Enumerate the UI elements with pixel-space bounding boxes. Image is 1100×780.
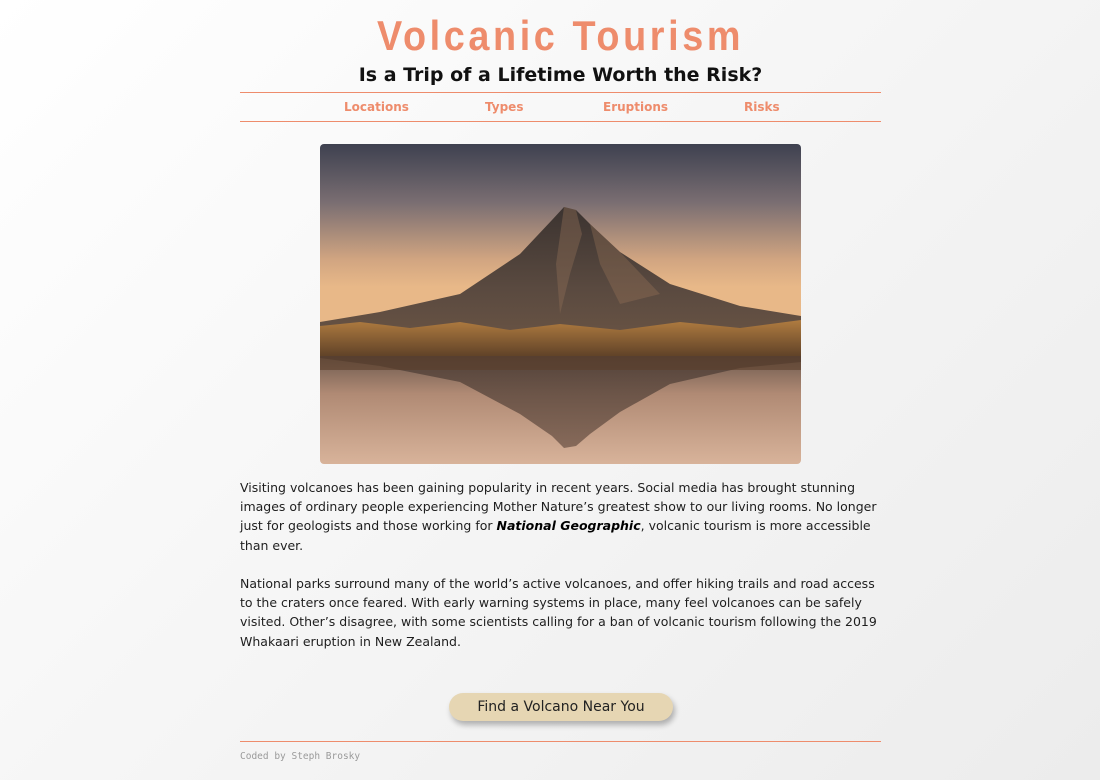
footer-credit: Coded by Steph Brosky: [240, 751, 361, 762]
hero-volcano-image: [320, 144, 801, 464]
parks-paragraph: National parks surround many of the worl…: [240, 576, 877, 649]
page-title: Volcanic Tourism: [376, 12, 745, 59]
intro-paragraph: Visiting volcanoes has been gaining popu…: [240, 478, 881, 555]
nav-link-eruptions[interactable]: Eruptions: [603, 100, 668, 114]
nav-link-locations[interactable]: Locations: [344, 100, 409, 114]
find-volcano-button[interactable]: Find a Volcano Near You: [449, 693, 673, 721]
main-nav: Locations Types Eruptions Risks: [240, 92, 881, 122]
nav-link-types[interactable]: Types: [485, 100, 523, 114]
footer-divider: [240, 741, 881, 742]
publication-name: National Geographic: [496, 518, 641, 534]
page-subtitle: Is a Trip of a Lifetime Worth the Risk?: [358, 64, 763, 86]
nav-link-risks[interactable]: Risks: [744, 100, 780, 114]
volcano-photo: [320, 144, 801, 464]
